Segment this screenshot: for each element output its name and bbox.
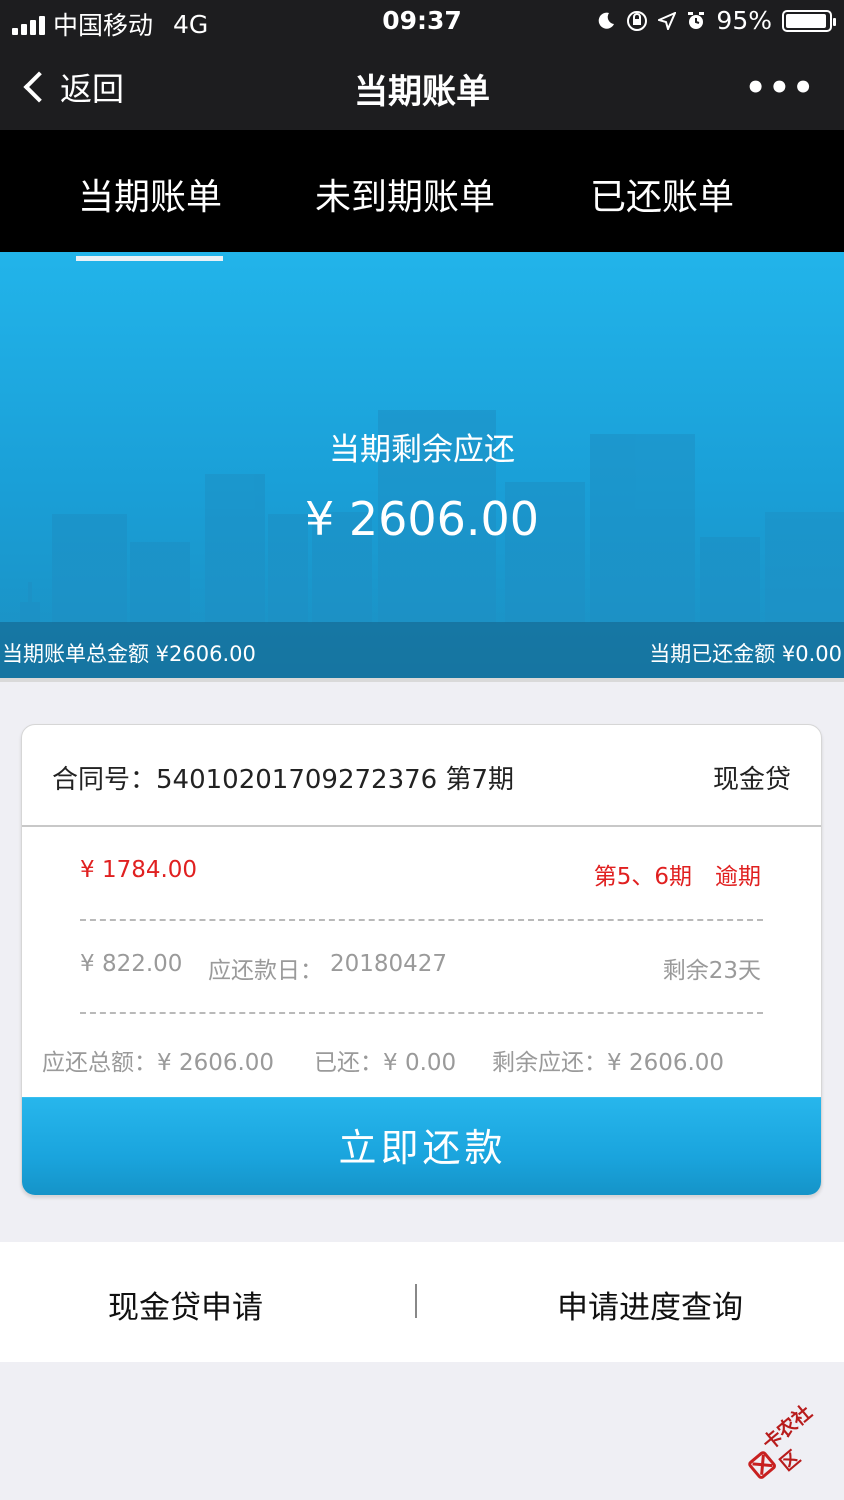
overdue-amount: ¥ 1784.00 bbox=[80, 857, 198, 883]
status-bar: 中国移动 4G 09:37 95% bbox=[0, 0, 844, 42]
battery-level bbox=[786, 13, 826, 28]
total-paid: 已还：¥ 0.00 bbox=[314, 1050, 457, 1076]
watermark: 卡农社区 bbox=[728, 1377, 844, 1500]
battery-percent: 95% bbox=[716, 6, 772, 35]
remaining-due-label: 当期剩余应还 bbox=[329, 432, 515, 468]
totals-row: 应还总额：¥ 2606.00 已还：¥ 0.00 剩余应还：¥ 2606.00 bbox=[22, 1015, 821, 1095]
active-tab-indicator bbox=[76, 256, 223, 261]
contract-number: 合同号：54010201709272376 第7期 bbox=[52, 765, 515, 795]
page-title: 当期账单 bbox=[354, 72, 490, 112]
due-date-label: 应还款日： bbox=[208, 958, 323, 984]
pay-now-button[interactable]: 立即还款 bbox=[22, 1097, 821, 1195]
due-date: 20180427 bbox=[330, 951, 448, 977]
tab-paid-bill[interactable]: 已还账单 bbox=[590, 168, 734, 220]
application-progress-link[interactable]: 申请进度查询 bbox=[557, 1282, 743, 1327]
bill-summary: 当期剩余应还 ¥ 2606.00 当期账单总金额 ¥2606.00 当期已还金额… bbox=[0, 252, 844, 680]
bottom-links: 现金贷申请 申请进度查询 bbox=[0, 1242, 844, 1362]
moon-icon bbox=[599, 12, 615, 29]
upcoming-amount: ¥ 822.00 bbox=[80, 951, 183, 977]
bill-total-amount: 当期账单总金额 ¥2606.00 bbox=[2, 642, 256, 666]
tab-upcoming-bill[interactable]: 未到期账单 bbox=[315, 168, 495, 220]
rotation-lock-icon bbox=[627, 10, 648, 31]
total-remaining: 剩余应还：¥ 2606.00 bbox=[492, 1050, 725, 1076]
battery-icon bbox=[782, 9, 836, 32]
remaining-due-amount: ¥ 2606.00 bbox=[304, 492, 540, 546]
status-right: 95% bbox=[596, 6, 836, 35]
tab-bar: 当期账单 未到期账单 已还账单 bbox=[0, 130, 844, 261]
nav-bar: 返回 当期账单 ••• bbox=[0, 42, 844, 130]
remaining-days: 剩余23天 bbox=[662, 958, 761, 984]
upcoming-row: ¥ 822.00 应还款日： 20180427 剩余23天 bbox=[22, 921, 821, 1011]
divider bbox=[0, 678, 844, 682]
total-due: 应还总额：¥ 2606.00 bbox=[42, 1050, 275, 1076]
summary-footer: 当期账单总金额 ¥2606.00 当期已还金额 ¥0.00 bbox=[0, 622, 844, 680]
link-separator bbox=[415, 1284, 417, 1318]
dashed-divider bbox=[80, 1012, 763, 1014]
loan-type: 现金贷 bbox=[712, 765, 791, 795]
card-header: 合同号：54010201709272376 第7期 现金贷 bbox=[22, 725, 821, 827]
cash-loan-apply-link[interactable]: 现金贷申请 bbox=[108, 1282, 263, 1327]
alarm-icon bbox=[688, 11, 705, 29]
location-icon bbox=[658, 11, 677, 30]
more-button[interactable]: ••• bbox=[745, 68, 816, 108]
overdue-row: ¥ 1784.00 第5、6期 逾期 bbox=[22, 827, 821, 919]
contract-card: 合同号：54010201709272376 第7期 现金贷 ¥ 1784.00 … bbox=[21, 724, 822, 1196]
bill-paid-amount: 当期已还金额 ¥0.00 bbox=[649, 642, 842, 666]
tab-current-bill[interactable]: 当期账单 bbox=[78, 168, 222, 220]
overdue-status: 第5、6期 逾期 bbox=[593, 864, 761, 890]
